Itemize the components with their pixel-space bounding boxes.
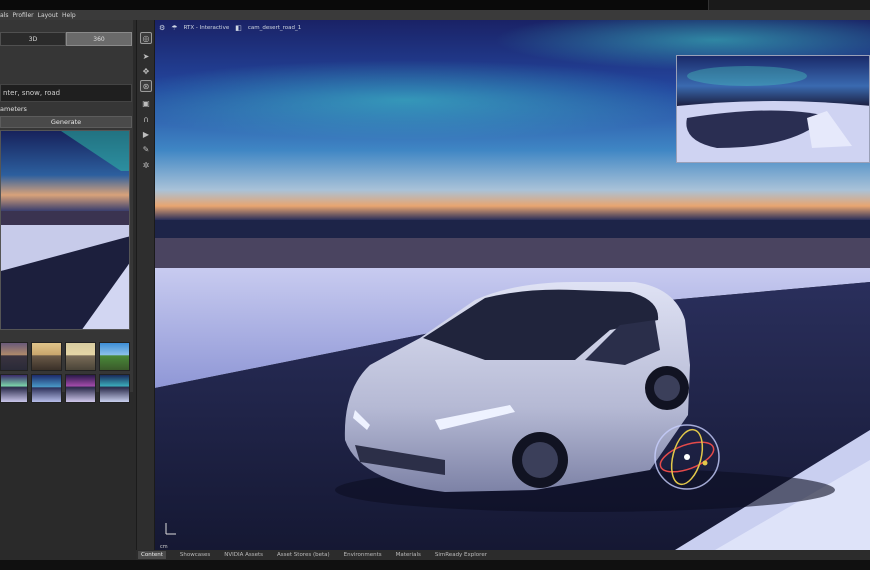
tab-environments[interactable]: Environments (344, 552, 382, 558)
axis-unit-label: cm (160, 544, 168, 550)
scale-icon[interactable]: ▣ (140, 97, 152, 109)
menu-item-layout[interactable]: Layout (38, 12, 58, 19)
menu-item-profiler[interactable]: Profiler (12, 12, 33, 19)
orientation-gizmo[interactable] (653, 423, 721, 491)
menu-bar: als Profiler Layout Help (0, 10, 870, 20)
thumbnail[interactable] (65, 342, 96, 371)
tab-showcases[interactable]: Showcases (180, 552, 210, 558)
generator-panel-body: 3D 360 nter, snow, road ameters Generate (0, 20, 133, 403)
thumbnail[interactable] (65, 374, 96, 403)
tab-simready-explorer[interactable]: SimReady Explorer (435, 552, 487, 558)
thumbnail[interactable] (0, 342, 28, 371)
tab-materials[interactable]: Materials (396, 552, 421, 558)
prompt-input[interactable]: nter, snow, road (0, 84, 132, 102)
camera-label[interactable]: cam_desert_road_1 (248, 25, 301, 31)
rotate-icon[interactable]: ✥ (140, 65, 152, 77)
menu-item-help[interactable]: Help (62, 12, 76, 19)
title-bar (0, 0, 870, 10)
thumbnail[interactable] (31, 374, 62, 403)
select-icon[interactable]: ◎ (140, 32, 152, 44)
light-icon[interactable]: ✲ (140, 159, 152, 171)
snap-icon[interactable]: ⊛ (140, 80, 152, 92)
viewport-header: ⚙ ☂ RTX - Interactive ◧ cam_desert_road_… (155, 20, 301, 36)
content-tab-bar: Content Showcases NVIDIA Assets Asset St… (136, 550, 870, 560)
generator-panel: 3D 360 nter, snow, road ameters Generate (0, 20, 136, 570)
move-icon[interactable]: ➤ (140, 50, 152, 62)
3d-viewport[interactable]: ⚙ ☂ RTX - Interactive ◧ cam_desert_road_… (155, 20, 870, 550)
generated-preview-image (0, 130, 130, 330)
tab-content[interactable]: Content (138, 551, 166, 559)
hdri-thumbnail-grid (0, 342, 130, 403)
thumbnail[interactable] (0, 374, 28, 403)
render-mode-label[interactable]: RTX - Interactive (184, 25, 230, 31)
paint-icon[interactable]: ✎ (140, 143, 152, 155)
thumbnail[interactable] (99, 342, 130, 371)
app-window: als Profiler Layout Help 3D 360 nter, sn… (0, 0, 870, 570)
tab-nvidia-assets[interactable]: NVIDIA Assets (224, 552, 263, 558)
thumbnail[interactable] (31, 342, 62, 371)
generate-button[interactable]: Generate (0, 116, 132, 128)
play-icon[interactable]: ▶ (140, 128, 152, 140)
mode-tabs: 3D 360 (0, 32, 132, 46)
tab-asset-stores[interactable]: Asset Stores (beta) (277, 552, 330, 558)
hdri-panorama-preview (676, 55, 870, 163)
camera-icon[interactable]: ◧ (235, 24, 242, 32)
viewport-toolbar: ◎ ➤ ✥ ⊛ ▣ ∩ ▶ ✎ ✲ (136, 20, 155, 550)
thumbnail[interactable] (99, 374, 130, 403)
parameters-label[interactable]: ameters (0, 105, 27, 113)
status-bar (0, 560, 870, 570)
tab-360[interactable]: 360 (66, 32, 132, 46)
title-bar-right (708, 0, 870, 10)
settings-icon[interactable]: ⚙ (159, 24, 165, 32)
menu-item-tools[interactable]: als (0, 12, 8, 19)
magnet-icon[interactable]: ∩ (140, 113, 152, 125)
axis-indicator: cm (160, 520, 180, 550)
render-mode-icon[interactable]: ☂ (171, 24, 177, 32)
tab-3d[interactable]: 3D (0, 32, 66, 46)
